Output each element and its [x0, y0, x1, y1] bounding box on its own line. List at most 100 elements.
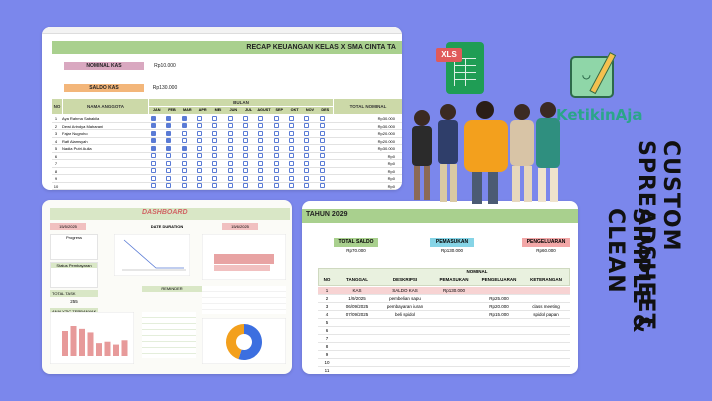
paid-checkbox[interactable] — [243, 175, 249, 181]
paid-checkbox[interactable] — [243, 123, 249, 129]
paid-checkbox[interactable] — [289, 153, 295, 159]
paid-checkbox[interactable] — [258, 183, 264, 189]
paid-checkbox[interactable] — [273, 160, 279, 166]
paid-checkbox[interactable] — [227, 175, 233, 181]
paid-checkbox[interactable] — [212, 168, 218, 174]
paid-checkbox[interactable] — [273, 168, 279, 174]
paid-checkbox[interactable] — [151, 145, 157, 151]
paid-checkbox[interactable] — [243, 138, 249, 144]
paid-checkbox[interactable] — [212, 175, 218, 181]
paid-checkbox[interactable] — [227, 153, 233, 159]
paid-checkbox[interactable] — [243, 183, 249, 189]
paid-checkbox[interactable] — [258, 123, 264, 129]
paid-checkbox[interactable] — [319, 175, 325, 181]
paid-checkbox[interactable] — [181, 145, 187, 151]
paid-checkbox[interactable] — [227, 168, 233, 174]
paid-checkbox[interactable] — [243, 145, 249, 151]
paid-checkbox[interactable] — [319, 145, 325, 151]
paid-checkbox[interactable] — [212, 138, 218, 144]
paid-checkbox[interactable] — [258, 130, 264, 136]
paid-checkbox[interactable] — [319, 123, 325, 129]
paid-checkbox[interactable] — [273, 183, 279, 189]
paid-checkbox[interactable] — [273, 145, 279, 151]
paid-checkbox[interactable] — [166, 183, 172, 189]
paid-checkbox[interactable] — [258, 138, 264, 144]
paid-checkbox[interactable] — [243, 168, 249, 174]
paid-checkbox[interactable] — [197, 160, 203, 166]
paid-checkbox[interactable] — [212, 160, 218, 166]
paid-checkbox[interactable] — [227, 130, 233, 136]
paid-checkbox[interactable] — [304, 175, 310, 181]
paid-checkbox[interactable] — [151, 168, 157, 174]
paid-checkbox[interactable] — [212, 130, 218, 136]
paid-checkbox[interactable] — [212, 183, 218, 189]
paid-checkbox[interactable] — [273, 138, 279, 144]
paid-checkbox[interactable] — [151, 115, 157, 121]
paid-checkbox[interactable] — [273, 115, 279, 121]
paid-checkbox[interactable] — [304, 145, 310, 151]
paid-checkbox[interactable] — [304, 138, 310, 144]
paid-checkbox[interactable] — [197, 138, 203, 144]
paid-checkbox[interactable] — [181, 153, 187, 159]
paid-checkbox[interactable] — [151, 130, 157, 136]
paid-checkbox[interactable] — [304, 123, 310, 129]
paid-checkbox[interactable] — [197, 183, 203, 189]
paid-checkbox[interactable] — [197, 145, 203, 151]
paid-checkbox[interactable] — [151, 123, 157, 129]
paid-checkbox[interactable] — [289, 168, 295, 174]
paid-checkbox[interactable] — [319, 168, 325, 174]
paid-checkbox[interactable] — [289, 115, 295, 121]
paid-checkbox[interactable] — [273, 123, 279, 129]
paid-checkbox[interactable] — [212, 123, 218, 129]
paid-checkbox[interactable] — [319, 153, 325, 159]
paid-checkbox[interactable] — [304, 130, 310, 136]
paid-checkbox[interactable] — [227, 123, 233, 129]
paid-checkbox[interactable] — [166, 168, 172, 174]
paid-checkbox[interactable] — [304, 168, 310, 174]
paid-checkbox[interactable] — [258, 175, 264, 181]
paid-checkbox[interactable] — [197, 130, 203, 136]
paid-checkbox[interactable] — [212, 115, 218, 121]
paid-checkbox[interactable] — [181, 115, 187, 121]
paid-checkbox[interactable] — [289, 145, 295, 151]
paid-checkbox[interactable] — [258, 115, 264, 121]
paid-checkbox[interactable] — [227, 160, 233, 166]
paid-checkbox[interactable] — [273, 153, 279, 159]
paid-checkbox[interactable] — [212, 153, 218, 159]
paid-checkbox[interactable] — [227, 115, 233, 121]
paid-checkbox[interactable] — [227, 183, 233, 189]
paid-checkbox[interactable] — [319, 138, 325, 144]
paid-checkbox[interactable] — [289, 138, 295, 144]
paid-checkbox[interactable] — [181, 123, 187, 129]
paid-checkbox[interactable] — [258, 168, 264, 174]
paid-checkbox[interactable] — [243, 115, 249, 121]
paid-checkbox[interactable] — [273, 175, 279, 181]
paid-checkbox[interactable] — [289, 123, 295, 129]
paid-checkbox[interactable] — [166, 123, 172, 129]
paid-checkbox[interactable] — [151, 160, 157, 166]
paid-checkbox[interactable] — [243, 153, 249, 159]
paid-checkbox[interactable] — [181, 175, 187, 181]
paid-checkbox[interactable] — [181, 168, 187, 174]
paid-checkbox[interactable] — [151, 183, 157, 189]
paid-checkbox[interactable] — [197, 115, 203, 121]
paid-checkbox[interactable] — [181, 183, 187, 189]
paid-checkbox[interactable] — [273, 130, 279, 136]
paid-checkbox[interactable] — [166, 145, 172, 151]
paid-checkbox[interactable] — [304, 183, 310, 189]
paid-checkbox[interactable] — [289, 160, 295, 166]
paid-checkbox[interactable] — [319, 115, 325, 121]
paid-checkbox[interactable] — [197, 175, 203, 181]
paid-checkbox[interactable] — [151, 153, 157, 159]
paid-checkbox[interactable] — [227, 138, 233, 144]
paid-checkbox[interactable] — [181, 138, 187, 144]
paid-checkbox[interactable] — [243, 160, 249, 166]
paid-checkbox[interactable] — [258, 153, 264, 159]
paid-checkbox[interactable] — [166, 153, 172, 159]
paid-checkbox[interactable] — [243, 130, 249, 136]
paid-checkbox[interactable] — [181, 160, 187, 166]
paid-checkbox[interactable] — [227, 145, 233, 151]
paid-checkbox[interactable] — [319, 160, 325, 166]
paid-checkbox[interactable] — [197, 168, 203, 174]
paid-checkbox[interactable] — [289, 130, 295, 136]
